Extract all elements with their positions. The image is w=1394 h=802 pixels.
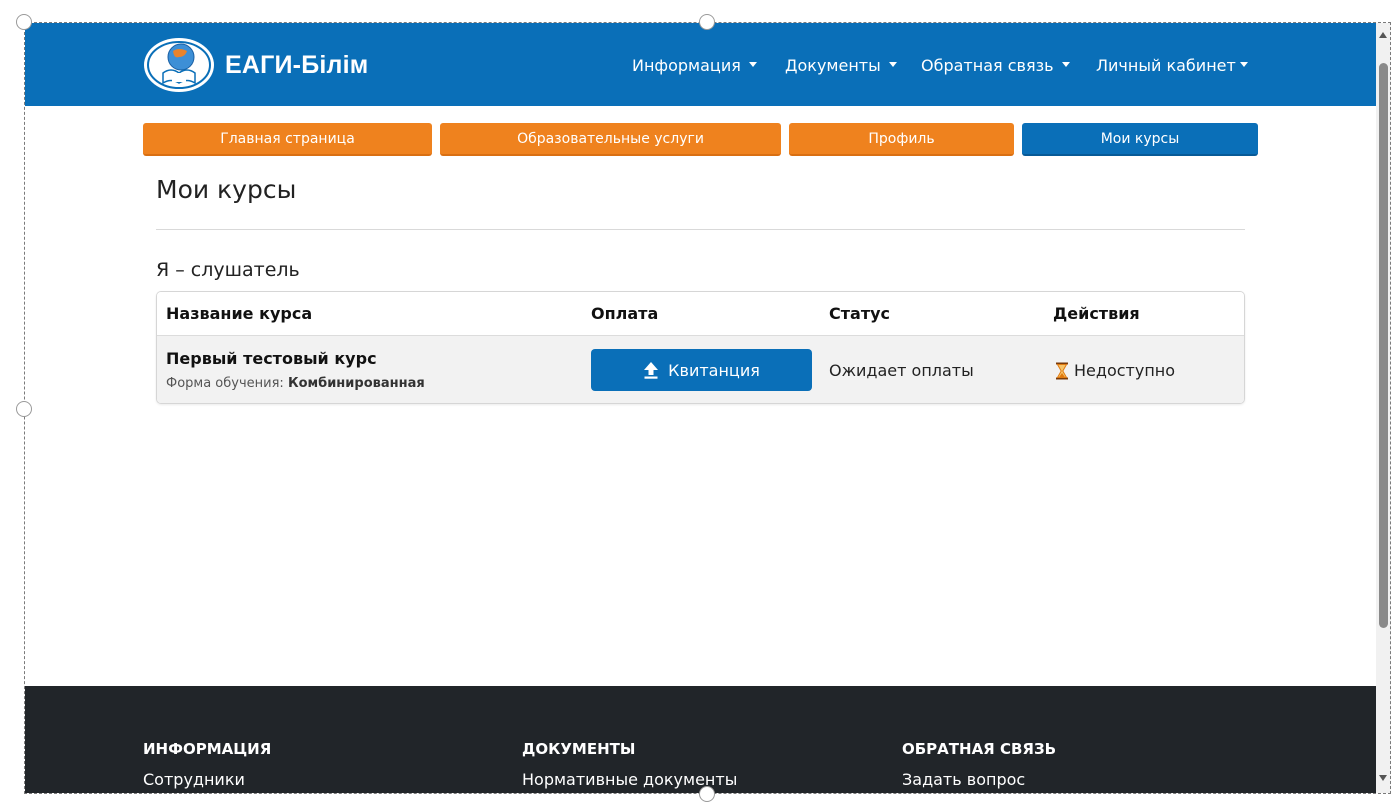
tab-label: Профиль (868, 130, 935, 147)
tab-my-courses[interactable]: Мои курсы (1022, 123, 1258, 156)
courses-table: Название курса Оплата Статус Действия Пе… (156, 291, 1245, 404)
receipt-upload-button[interactable]: Квитанция (591, 349, 812, 391)
resize-handle-bottom-center[interactable] (699, 786, 715, 802)
upload-arrow-icon (644, 362, 659, 379)
nav-item-label: Обратная связь (921, 56, 1054, 75)
nav-item-feedback[interactable]: Обратная связь (921, 56, 1070, 75)
course-form-value: Комбинированная (287, 376, 425, 391)
action-label: Недоступно (1074, 361, 1176, 380)
tab-label: Мои курсы (1100, 130, 1180, 147)
hourglass-icon (1056, 362, 1068, 379)
page-title: Мои курсы (156, 175, 297, 204)
tab-label: Образовательные услуги (517, 130, 704, 147)
page: ЕАГИ-Білім Информация Документы Обратная… (25, 23, 1376, 793)
nav-item-label: Информация (632, 56, 741, 75)
column-header-payment: Оплата (591, 304, 659, 323)
resize-handle-top-center[interactable] (699, 14, 715, 30)
course-form-label: Форма обучения: (166, 376, 284, 391)
tab-educational-services[interactable]: Образовательные услуги (440, 123, 781, 156)
tab-label: Главная страница (220, 130, 355, 147)
nav-item-account[interactable]: Личный кабинет (1096, 56, 1248, 75)
payment-status: Ожидает оплаты (829, 361, 974, 380)
receipt-button-label: Квитанция (668, 360, 760, 380)
nav-item-label: Личный кабинет (1096, 56, 1236, 75)
course-name: Первый тестовый курс (166, 349, 377, 368)
column-header-status: Статус (829, 304, 890, 323)
table-row: Первый тестовый курс Форма обучения: Ком… (157, 336, 1244, 403)
footer-heading-feedback: ОБРАТНАЯ СВЯЗЬ (902, 740, 1057, 758)
section-title: Я – слушатель (156, 259, 300, 281)
top-navbar: ЕАГИ-Білім Информация Документы Обратная… (25, 23, 1376, 106)
footer-heading-information: ИНФОРМАЦИЯ (143, 740, 272, 758)
vertical-scrollbar[interactable] (1376, 23, 1391, 793)
main-nav: Информация Документы Обратная связь Личн… (25, 56, 1376, 78)
caret-down-icon (1239, 62, 1248, 67)
tab-profile[interactable]: Профиль (789, 123, 1014, 156)
caret-down-icon (888, 62, 897, 67)
scroll-down-arrow-icon[interactable] (1379, 775, 1387, 781)
column-header-course: Название курса (166, 304, 313, 323)
course-action: Недоступно (1055, 361, 1175, 380)
column-header-actions: Действия (1053, 304, 1140, 323)
course-form: Форма обучения: Комбинированная (166, 376, 425, 391)
nav-item-information[interactable]: Информация (632, 56, 757, 75)
footer-heading-documents: ДОКУМЕНТЫ (522, 740, 636, 758)
scroll-thumb[interactable] (1379, 63, 1388, 628)
divider (156, 229, 1245, 230)
nav-item-label: Документы (785, 56, 881, 75)
caret-down-icon (1061, 62, 1070, 67)
footer-link-ask-question[interactable]: Задать вопрос (902, 770, 1025, 789)
scroll-up-arrow-icon[interactable] (1379, 32, 1387, 38)
nav-item-documents[interactable]: Документы (785, 56, 897, 75)
resize-handle-middle-left[interactable] (16, 401, 32, 417)
footer-link-staff[interactable]: Сотрудники (143, 770, 245, 789)
footer: ИНФОРМАЦИЯ Сотрудники ДОКУМЕНТЫ Норматив… (25, 686, 1376, 793)
caret-down-icon (748, 62, 757, 67)
resize-handle-top-left[interactable] (16, 14, 32, 30)
tab-home[interactable]: Главная страница (143, 123, 432, 156)
table-header: Название курса Оплата Статус Действия (157, 292, 1244, 336)
